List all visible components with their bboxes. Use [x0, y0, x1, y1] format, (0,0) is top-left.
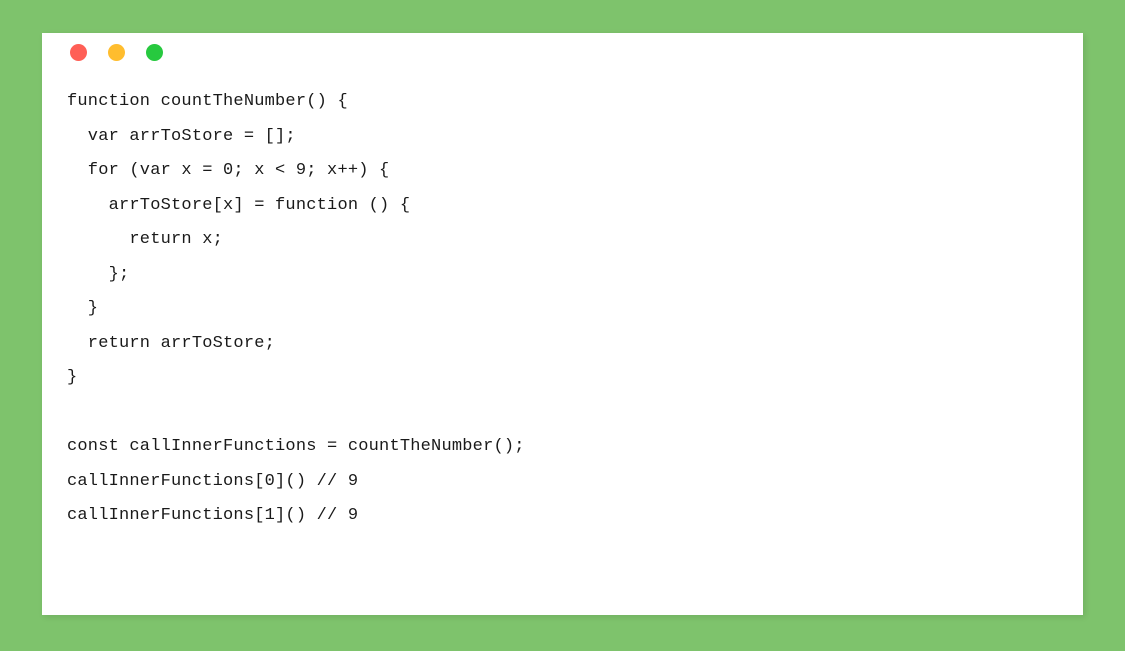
code-line: }; [67, 264, 130, 284]
minimize-window-icon[interactable] [108, 44, 125, 61]
code-line: } [67, 299, 99, 318]
code-block: function countTheNumber() { var arrToSto… [67, 85, 1083, 615]
code-line: for (var x = 0; x < 9; x++) { [67, 161, 390, 180]
code-line: return x; [67, 230, 224, 249]
code-line-list: function countTheNumber() { var arrToSto… [67, 85, 1083, 534]
code-line: callInnerFunctions[1]() // 9 [67, 506, 359, 525]
screen-background: function countTheNumber() { var arrToSto… [0, 0, 1125, 651]
window-titlebar [42, 33, 1083, 73]
maximize-window-icon[interactable] [146, 44, 163, 61]
traffic-light-dots [70, 44, 163, 61]
code-line: callInnerFunctions[0]() // 9 [67, 471, 359, 491]
close-window-icon[interactable] [70, 44, 87, 61]
code-line: } [67, 368, 78, 387]
code-window-card: function countTheNumber() { var arrToSto… [42, 33, 1083, 615]
code-line: var arrToStore = []; [67, 126, 296, 146]
code-line: function countTheNumber() { [67, 92, 348, 111]
code-line: arrToStore[x] = function () { [67, 195, 411, 215]
code-line: return arrToStore; [67, 333, 276, 353]
code-line: const callInnerFunctions = countTheNumbe… [67, 437, 525, 456]
